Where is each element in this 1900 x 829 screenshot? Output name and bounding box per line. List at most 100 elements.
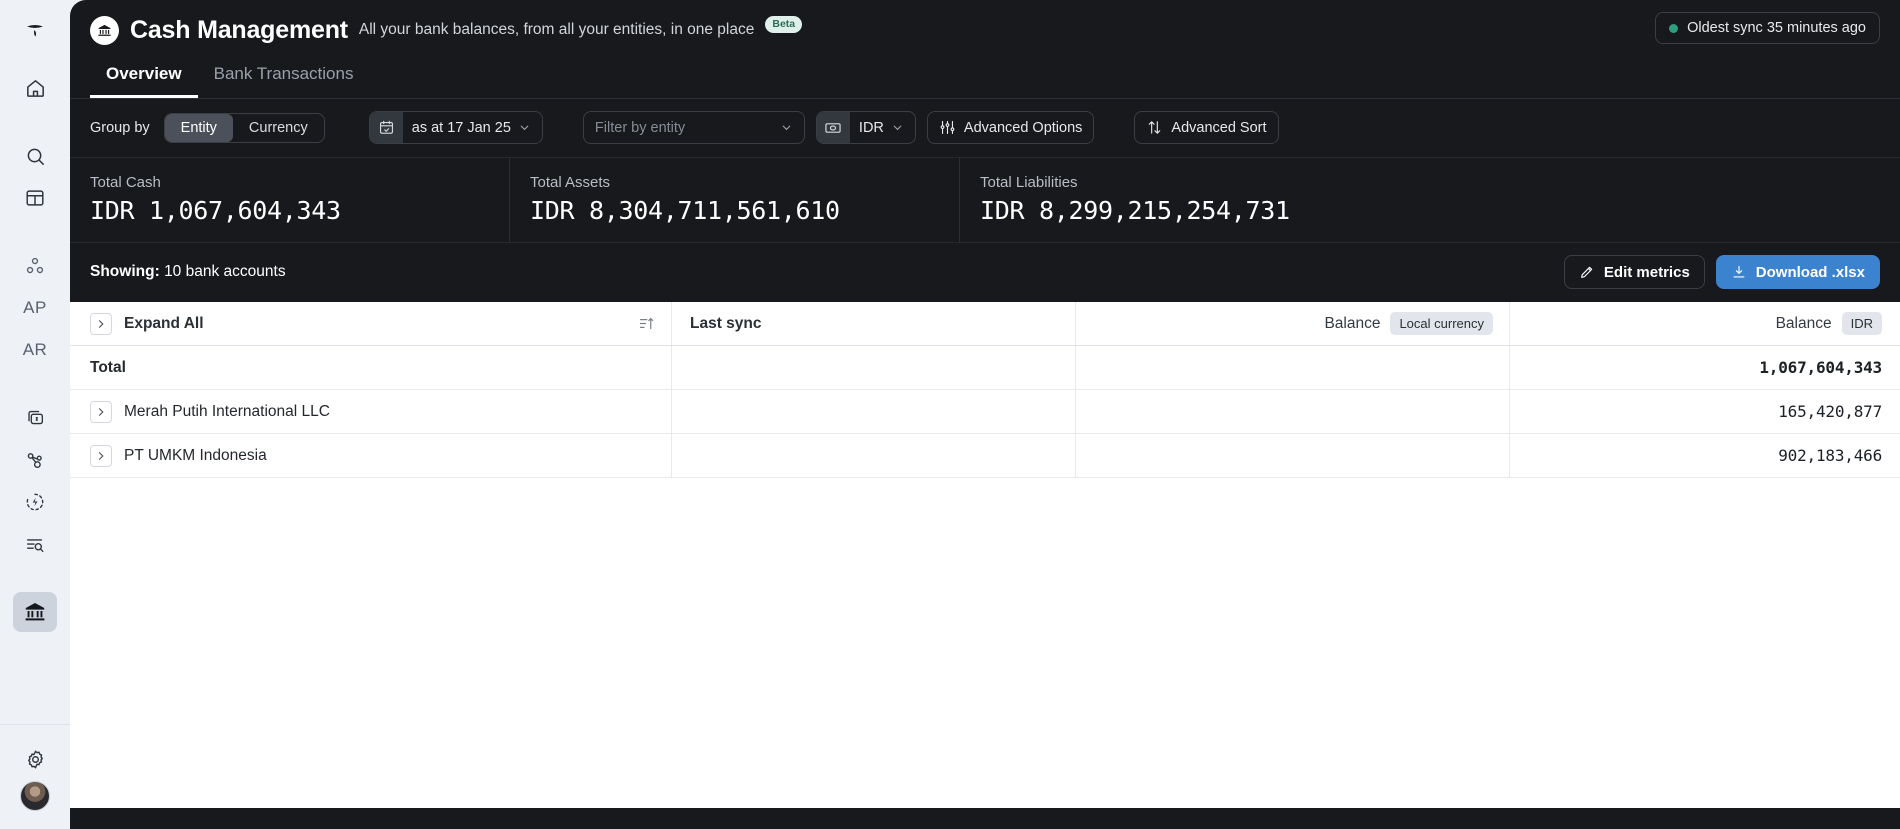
bank-icon [23,600,47,624]
currency-selector-value: IDR [858,119,884,136]
sidebar-item-label: AP [23,298,47,317]
showing-label: Showing: [90,263,160,280]
group-by-currency-button[interactable]: Currency [233,114,324,142]
page-title: Cash Management [130,15,348,44]
row-entity-label: PT UMKM Indonesia [124,446,267,464]
column-header-balance-idr: Balance IDR [1510,302,1900,345]
sync-status-dot [1669,23,1679,33]
date-selector[interactable]: as at 17 Jan 25 [368,111,543,144]
sidebar-item-label: AR [22,340,48,359]
expand-all-toggle[interactable] [90,312,112,335]
group-by-label: Group by [90,119,150,136]
share-nodes-icon [24,449,46,471]
column-header-entity: Expand All [70,302,672,345]
download-xlsx-button[interactable]: Download .xlsx [1715,255,1880,289]
money-stack-icon [24,407,46,429]
showing-text: Showing: 10 bank accounts [90,263,286,281]
table-row[interactable]: PT UMKM Indonesia 902,183,466 [70,434,1900,478]
row-balance-idr-value: 165,420,877 [1778,402,1882,421]
row-expand-toggle[interactable] [90,400,112,423]
entity-filter-input[interactable]: Filter by entity [582,111,805,144]
balances-table: Expand All Last sync Balance Local curre… [70,302,1900,808]
metric-total-assets: Total Assets IDR 8,304,711,561,610 [510,158,960,242]
sliders-icon [939,119,956,136]
page-header: Cash Management All your bank balances, … [70,0,1900,48]
sidebar-item-tables[interactable] [13,178,57,218]
sync-status-label: Oldest sync 35 minutes ago [1687,20,1866,36]
group-by-segmented-control: Entity Currency [163,112,325,143]
sidebar-item-cash-management[interactable] [13,592,57,632]
row-last-sync-cell [672,346,1076,389]
row-balance-idr-cell: 165,420,877 [1510,390,1900,433]
home-icon [24,77,47,100]
advanced-sort-label: Advanced Sort [1171,119,1267,136]
table-row[interactable]: Total 1,067,604,343 [70,346,1900,390]
sidebar-item-automation[interactable] [13,482,57,522]
table-grid-icon [24,187,46,209]
chevron-right-icon [95,406,107,418]
page-title-row: Cash Management All your bank balances, … [90,12,1880,48]
table-header-row: Expand All Last sync Balance Local curre… [70,302,1900,346]
download-icon [1731,264,1747,280]
column-header-balance-local: Balance Local currency [1076,302,1510,345]
rail-top-group: AP AR [0,0,70,634]
metric-value: IDR 8,299,215,254,731 [980,196,1290,225]
sidebar-item-bills[interactable] [13,398,57,438]
bank-badge-icon [90,15,119,45]
currency-selector[interactable]: IDR [815,111,916,144]
row-balance-idr-cell: 1,067,604,343 [1510,346,1900,389]
sync-status[interactable]: Oldest sync 35 minutes ago [1655,12,1880,44]
column-header-label: Balance [1775,314,1832,332]
row-balance-local-cell [1076,434,1510,477]
page-subtitle: All your bank balances, from all your en… [358,21,755,38]
status-badge: Beta [765,15,803,33]
advanced-options-button[interactable]: Advanced Options [926,111,1095,144]
row-balance-idr-value: 902,183,466 [1778,446,1882,465]
download-xlsx-label: Download .xlsx [1755,263,1865,281]
advanced-sort-button[interactable]: Advanced Sort [1134,111,1279,144]
row-entity-cell: Merah Putih International LLC [70,390,672,433]
local-currency-chip: Local currency [1390,312,1493,335]
row-balance-local-cell [1076,346,1510,389]
metrics-row: Total Cash IDR 1,067,604,343 Total Asset… [70,158,1900,243]
table-row[interactable]: Merah Putih International LLC 165,420,87… [70,390,1900,434]
sidebar-item-accounts-payable[interactable]: AP [13,288,57,328]
sidebar-item-accounts-receivable[interactable]: AR [13,330,57,370]
sidebar-item-contacts[interactable] [13,246,57,286]
calendar-check-icon [369,112,403,143]
metric-total-liabilities: Total Liabilities IDR 8,299,215,254,731 [960,158,1310,242]
banknote-icon [816,112,850,143]
app-logo-icon[interactable] [22,20,48,46]
sort-ascending-icon[interactable] [638,315,655,332]
avatar[interactable] [20,781,50,811]
list-search-icon [24,533,46,555]
row-balance-idr-value: 1,067,604,343 [1759,358,1882,377]
entity-filter-placeholder: Filter by entity [594,119,686,136]
group-by-entity-button[interactable]: Entity [164,113,233,142]
metric-label: Total Assets [530,174,611,191]
column-header-last-sync: Last sync [672,302,1076,345]
advanced-options-label: Advanced Options [963,119,1083,136]
tab-overview[interactable]: Overview [90,58,198,98]
gear-icon [24,748,47,771]
pencil-icon [1579,264,1595,280]
sidebar-item-reports-search[interactable] [13,524,57,564]
column-header-label: Last sync [690,314,762,332]
row-balance-idr-cell: 902,183,466 [1510,434,1900,477]
row-entity-cell: PT UMKM Indonesia [70,434,672,477]
metric-value: IDR 8,304,711,561,610 [530,196,840,225]
tab-bank-transactions[interactable]: Bank Transactions [198,58,370,98]
sidebar-item-settings[interactable] [13,739,57,779]
row-expand-toggle[interactable] [90,444,112,467]
chevron-down-icon [518,121,531,134]
edit-metrics-button[interactable]: Edit metrics [1563,255,1705,289]
sidebar-item-network[interactable] [13,440,57,480]
row-last-sync-cell [672,390,1076,433]
sidebar-item-search[interactable] [13,136,57,176]
showing-value: 10 bank accounts [164,263,286,280]
sidebar-item-home[interactable] [13,68,57,108]
expand-all-label: Expand All [124,314,204,332]
main-panel: Cash Management All your bank balances, … [70,0,1900,829]
chevron-right-icon [95,318,107,330]
bolt-circle-icon [24,491,46,513]
